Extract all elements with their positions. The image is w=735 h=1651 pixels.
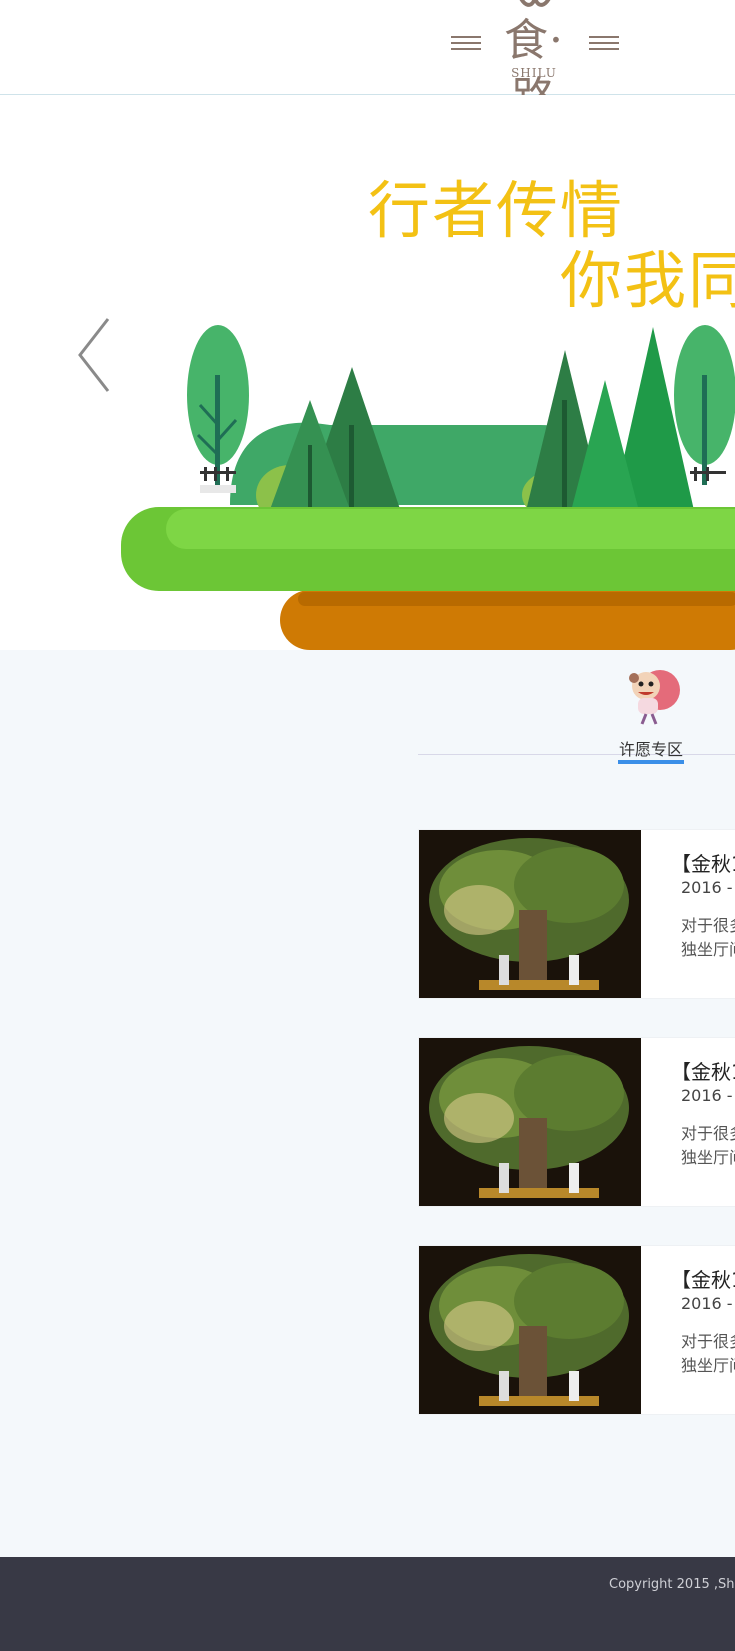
list-item-title[interactable]: 【金秋1 (671, 848, 735, 877)
banner-slogan-line2: 你我同 (560, 244, 735, 317)
list-item-desc-line2: 独坐厅间 (681, 940, 735, 959)
list-item-title[interactable]: 【金秋1 (671, 1264, 735, 1293)
chevron-left-icon[interactable] (76, 315, 116, 395)
copyright-text: Copyright 2015 ,Shang (609, 1577, 735, 1592)
list-item-date: 2016 - (681, 878, 733, 897)
list-item-desc-line2: 独坐厅间 (681, 1356, 735, 1375)
site-logo[interactable]: 食·路 (484, 12, 584, 124)
logo-left-lines (451, 36, 481, 52)
tab-wish-zone[interactable]: 许愿专区 (618, 664, 684, 764)
monkey-mascot-icon (629, 670, 680, 725)
banner-slogan-line1: 行者传情 (368, 174, 625, 247)
wishing-tree-photo (419, 1038, 641, 1206)
list-item-date: 2016 - (681, 1086, 733, 1105)
wishing-tree-photo (419, 830, 641, 998)
list-item-description: 对于很多 独坐厅间 (681, 1330, 735, 1378)
active-tab-indicator (618, 760, 684, 764)
tab-wish-zone-label: 许愿专区 (618, 740, 683, 759)
site-logo-subtitle: SHILU (511, 66, 557, 80)
list-item-description: 对于很多 独坐厅间 (681, 914, 735, 962)
list-item[interactable]: 【金秋1 2016 - 对于很多 独坐厅间 (418, 1037, 735, 1207)
wishing-tree-photo (419, 1246, 641, 1414)
list-item-desc-line1: 对于很多 (681, 1332, 735, 1351)
site-header: 食·路 SHILU (0, 0, 735, 124)
list-item-date: 2016 - (681, 1294, 733, 1313)
list-item-desc-line1: 对于很多 (681, 1124, 735, 1143)
list-item[interactable]: 【金秋1 2016 - 对于很多 独坐厅间 (418, 1245, 735, 1415)
list-item-desc-line1: 对于很多 (681, 916, 735, 935)
logo-right-lines (589, 36, 619, 52)
tab-bar: 许愿专区 (418, 650, 735, 764)
site-footer: Copyright 2015 ,Shang (0, 1557, 735, 1651)
hero-banner: 行者传情 你我同 (0, 95, 735, 650)
list-item[interactable]: 【金秋1 2016 - 对于很多 独坐厅间 (418, 829, 735, 999)
list-item-desc-line2: 独坐厅间 (681, 1148, 735, 1167)
list-item-description: 对于很多 独坐厅间 (681, 1122, 735, 1170)
logo-knot-icon (519, 0, 551, 7)
list-item-title[interactable]: 【金秋1 (671, 1056, 735, 1085)
